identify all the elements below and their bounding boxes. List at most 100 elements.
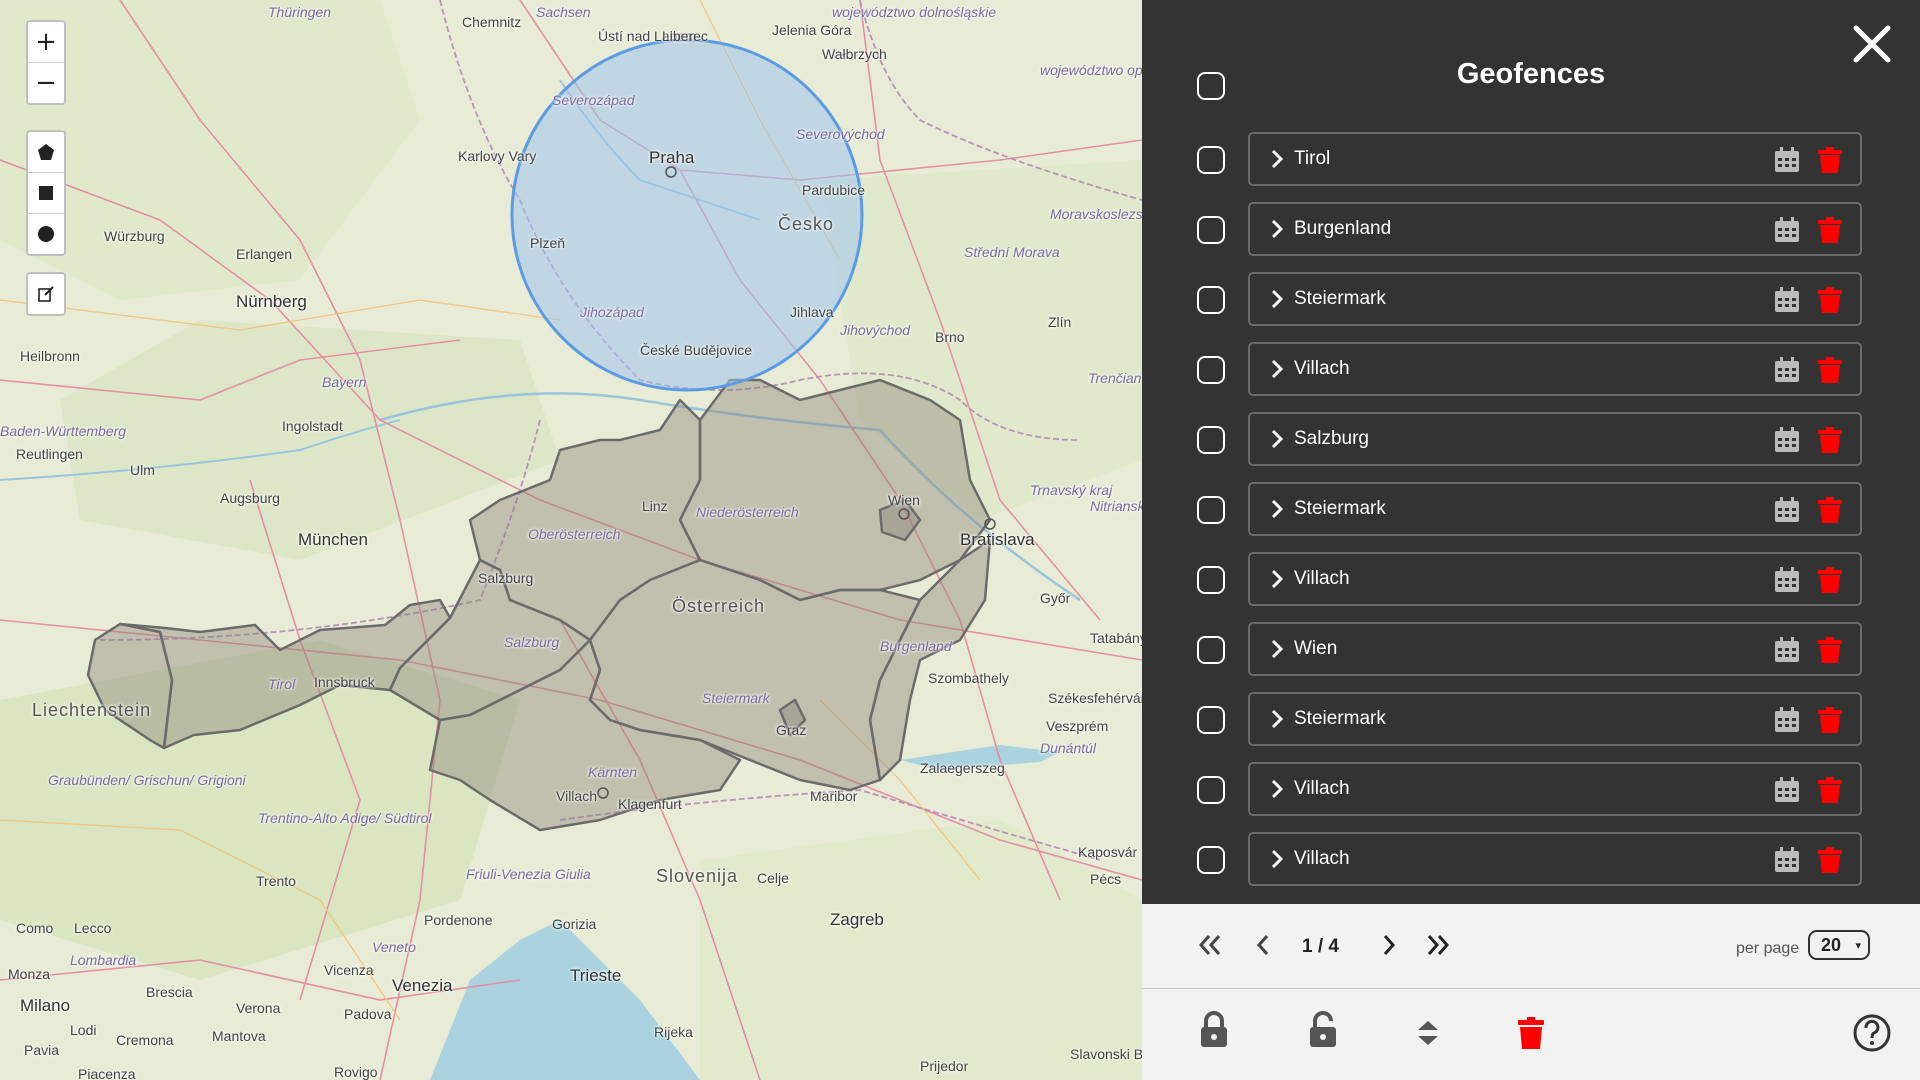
row-checkbox[interactable] (1197, 636, 1225, 664)
lock-icon[interactable] (1199, 1011, 1229, 1049)
map-place-label: Pordenone (424, 912, 493, 928)
calendar-icon[interactable] (1774, 567, 1800, 593)
row-checkbox[interactable] (1197, 776, 1225, 804)
geofence-item[interactable]: Salzburg (1248, 412, 1862, 466)
map-view[interactable]: Thüringen Chemnitz Sachsen Ústí nad Labem Li… (0, 0, 1142, 1080)
calendar-icon[interactable] (1774, 707, 1800, 733)
zoom-out-button[interactable]: − (28, 63, 64, 103)
calendar-icon[interactable] (1774, 427, 1800, 453)
geofence-item[interactable]: Tirol (1248, 132, 1862, 186)
geofence-row: Villach (1142, 762, 1920, 818)
edit-layers-button[interactable] (28, 274, 64, 314)
chevron-right-icon[interactable] (1268, 639, 1286, 659)
geofence-item[interactable]: Villach (1248, 832, 1862, 886)
map-place-label: Kaposvár (1078, 844, 1138, 860)
geofence-item[interactable]: Steiermark (1248, 692, 1862, 746)
row-checkbox[interactable] (1197, 846, 1225, 874)
calendar-icon[interactable] (1774, 147, 1800, 173)
map-place-label: Sachsen (536, 4, 591, 20)
map-place-label: Lodi (70, 1022, 97, 1038)
chevron-down-icon: ▾ (1855, 940, 1861, 952)
trash-icon[interactable] (1818, 427, 1842, 453)
sort-icon[interactable] (1416, 1019, 1440, 1047)
chevron-right-icon[interactable] (1268, 709, 1286, 729)
trash-icon[interactable] (1818, 287, 1842, 313)
geofence-item[interactable]: Burgenland (1248, 202, 1862, 256)
row-checkbox[interactable] (1197, 496, 1225, 524)
trash-icon[interactable] (1818, 357, 1842, 383)
trash-icon[interactable] (1818, 777, 1842, 803)
geofence-name: Steiermark (1294, 708, 1386, 729)
map-place-label: Győr (1040, 590, 1071, 606)
chevron-right-icon[interactable] (1268, 569, 1286, 589)
map-place-label: Steiermark (702, 690, 770, 706)
trash-icon[interactable] (1818, 147, 1842, 173)
map-place-label: Chemnitz (462, 14, 522, 30)
trash-icon[interactable] (1818, 707, 1842, 733)
draw-circle-button[interactable] (28, 214, 64, 254)
calendar-icon[interactable] (1774, 777, 1800, 803)
geofence-item[interactable]: Villach (1248, 552, 1862, 606)
geofence-name: Steiermark (1294, 288, 1386, 309)
geofence-item[interactable]: Villach (1248, 762, 1862, 816)
help-icon[interactable] (1852, 1013, 1892, 1053)
calendar-icon[interactable] (1774, 217, 1800, 243)
next-page-icon[interactable] (1374, 930, 1404, 960)
calendar-icon[interactable] (1774, 287, 1800, 313)
draw-rectangle-button[interactable] (28, 173, 64, 214)
first-page-icon[interactable] (1194, 930, 1224, 960)
close-icon[interactable] (1850, 22, 1894, 66)
draw-polygon-button[interactable] (28, 132, 64, 173)
map-place-label: Bratislava (960, 530, 1035, 549)
chevron-right-icon[interactable] (1268, 779, 1286, 799)
geofence-row: Villach (1142, 342, 1920, 398)
chevron-right-icon[interactable] (1268, 429, 1286, 449)
trash-icon[interactable] (1818, 567, 1842, 593)
map-place-label: Verona (236, 1000, 281, 1016)
calendar-icon[interactable] (1774, 847, 1800, 873)
geofence-item[interactable]: Steiermark (1248, 482, 1862, 536)
map-place-label: Liechtenstein (32, 700, 152, 720)
map-place-label: Gorizia (552, 916, 597, 932)
row-checkbox[interactable] (1197, 146, 1225, 174)
chevron-right-icon[interactable] (1268, 359, 1286, 379)
row-checkbox[interactable] (1197, 706, 1225, 734)
geofence-item[interactable]: Steiermark (1248, 272, 1862, 326)
edit-icon (38, 286, 54, 302)
map-place-label: Cremona (116, 1032, 174, 1048)
row-checkbox[interactable] (1197, 426, 1225, 454)
unlock-icon[interactable] (1308, 1011, 1338, 1049)
zoom-in-button[interactable]: + (28, 22, 64, 63)
trash-icon[interactable] (1818, 217, 1842, 243)
calendar-icon[interactable] (1774, 497, 1800, 523)
trash-icon[interactable] (1818, 847, 1842, 873)
trash-icon[interactable] (1818, 637, 1842, 663)
calendar-icon[interactable] (1774, 637, 1800, 663)
trash-icon[interactable] (1518, 1017, 1544, 1049)
row-checkbox[interactable] (1197, 286, 1225, 314)
chevron-right-icon[interactable] (1268, 149, 1286, 169)
chevron-right-icon[interactable] (1268, 849, 1286, 869)
row-checkbox[interactable] (1197, 216, 1225, 244)
geofences-panel: Geofences Tirol Burgenland Steiermark Villa… (1142, 0, 1920, 1080)
chevron-right-icon[interactable] (1268, 219, 1286, 239)
polygon-icon (38, 144, 54, 160)
trash-icon[interactable] (1818, 497, 1842, 523)
row-checkbox[interactable] (1197, 566, 1225, 594)
map-place-label: Zlín (1048, 314, 1072, 330)
map-place-label: Brno (935, 329, 965, 345)
geofence-item[interactable]: Villach (1248, 342, 1862, 396)
map-place-label: Slavonski Brod (1070, 1046, 1142, 1062)
last-page-icon[interactable] (1424, 930, 1454, 960)
square-icon (39, 186, 53, 200)
map-place-label: Lombardia (70, 952, 137, 968)
per-page-select[interactable]: 20 ▾ (1808, 930, 1870, 960)
prev-page-icon[interactable] (1248, 930, 1278, 960)
calendar-icon[interactable] (1774, 357, 1800, 383)
chevron-right-icon[interactable] (1268, 499, 1286, 519)
row-checkbox[interactable] (1197, 356, 1225, 384)
map-place-label: Trenčiansky kraj (1088, 370, 1142, 386)
geofence-row: Salzburg (1142, 412, 1920, 468)
chevron-right-icon[interactable] (1268, 289, 1286, 309)
geofence-item[interactable]: Wien (1248, 622, 1862, 676)
